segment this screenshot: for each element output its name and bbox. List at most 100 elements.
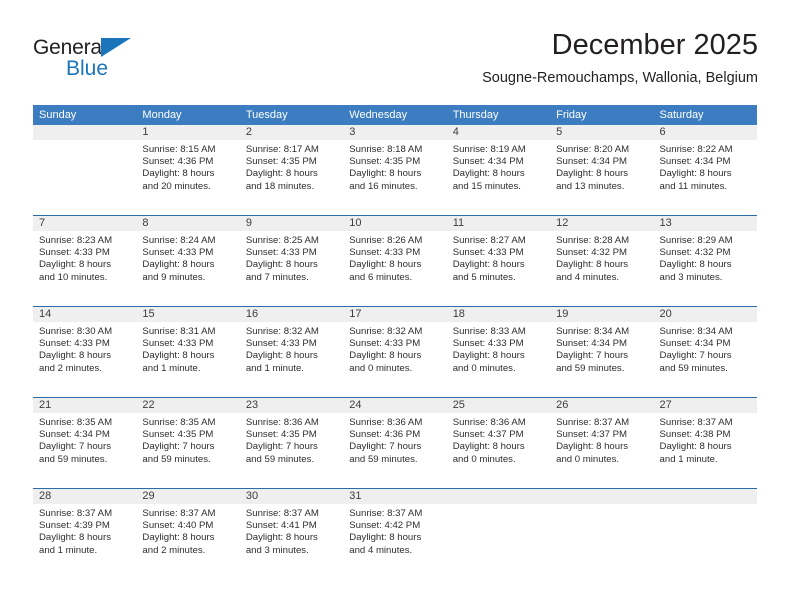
day-daylight-1-text: Daylight: 8 hours bbox=[452, 441, 525, 453]
day-daylight-1-text: Daylight: 8 hours bbox=[556, 441, 629, 453]
day-sunrise-text: Sunrise: 8:33 AM bbox=[452, 326, 526, 337]
day-cell[interactable]: 5 Sunrise: 8:20 AM Sunset: 4:34 PM Daylight… bbox=[550, 125, 653, 215]
day-cell[interactable]: 20 Sunrise: 8:34 AM Sunset: 4:34 PM Dayligh… bbox=[654, 307, 757, 397]
day-number bbox=[453, 489, 547, 504]
day-sunrise-text: Sunrise: 8:36 AM bbox=[245, 417, 319, 428]
day-daylight-1-text: Daylight: 8 hours bbox=[349, 259, 422, 271]
day-daylight-2-text: and 2 minutes. bbox=[142, 544, 206, 556]
day-cell[interactable]: 31 Sunrise: 8:37 AM Sunset: 4:42 PM Dayligh… bbox=[343, 489, 446, 579]
day-daylight-2-text: and 1 minute. bbox=[245, 362, 304, 374]
day-number: 18 bbox=[452, 308, 465, 320]
brand-logo[interactable]: General Blue bbox=[33, 36, 173, 84]
day-cell[interactable]: 12 Sunrise: 8:28 AM Sunset: 4:32 PM Dayligh… bbox=[550, 216, 653, 306]
weekday-header-friday: Friday bbox=[556, 109, 587, 121]
day-sun-info: Sunrise: 8:24 AM Sunset: 4:33 PM Daylight:… bbox=[142, 235, 236, 284]
day-daylight-1-text: Daylight: 8 hours bbox=[245, 532, 318, 544]
day-cell-empty bbox=[654, 489, 757, 579]
day-daylight-2-text: and 11 minutes. bbox=[659, 180, 728, 192]
day-cell[interactable]: 23 Sunrise: 8:36 AM Sunset: 4:35 PM Dayligh… bbox=[240, 398, 343, 488]
day-number: 9 bbox=[245, 217, 252, 229]
day-sunrise-text: Sunrise: 8:19 AM bbox=[452, 144, 526, 155]
day-daylight-1-text: Daylight: 8 hours bbox=[349, 168, 422, 180]
day-cell-empty bbox=[550, 489, 653, 579]
page-header: General Blue December 2025 Sougne-Remouc… bbox=[0, 0, 792, 100]
day-cell[interactable]: 3 Sunrise: 8:18 AM Sunset: 4:35 PM Daylight… bbox=[343, 125, 446, 215]
day-sun-info: Sunrise: 8:27 AM Sunset: 4:33 PM Daylight:… bbox=[453, 235, 547, 284]
day-number: 28 bbox=[39, 490, 52, 502]
day-cell[interactable]: 24 Sunrise: 8:36 AM Sunset: 4:36 PM Dayligh… bbox=[343, 398, 446, 488]
day-sunset-text: Sunset: 4:37 PM bbox=[452, 429, 524, 441]
day-sunset-text: Sunset: 4:35 PM bbox=[142, 429, 214, 441]
day-sun-info: Sunrise: 8:37 AM Sunset: 4:37 PM Daylight:… bbox=[556, 417, 650, 466]
day-sunset-text: Sunset: 4:36 PM bbox=[142, 156, 214, 168]
day-cell[interactable]: 30 Sunrise: 8:37 AM Sunset: 4:41 PM Dayligh… bbox=[240, 489, 343, 579]
day-daylight-2-text: and 13 minutes. bbox=[556, 180, 625, 192]
day-cell[interactable]: 18 Sunrise: 8:33 AM Sunset: 4:33 PM Dayligh… bbox=[447, 307, 550, 397]
day-sun-info: Sunrise: 8:36 AM Sunset: 4:35 PM Daylight:… bbox=[246, 417, 340, 466]
day-daylight-1-text: Daylight: 8 hours bbox=[142, 168, 215, 180]
day-cell[interactable]: 14 Sunrise: 8:30 AM Sunset: 4:33 PM Dayligh… bbox=[33, 307, 136, 397]
day-cell[interactable]: 22 Sunrise: 8:35 AM Sunset: 4:35 PM Dayligh… bbox=[136, 398, 239, 488]
day-number: 14 bbox=[39, 308, 52, 320]
day-sun-info: Sunrise: 8:29 AM Sunset: 4:32 PM Daylight:… bbox=[660, 235, 754, 284]
day-daylight-2-text: and 3 minutes. bbox=[659, 271, 723, 283]
day-sun-info: Sunrise: 8:37 AM Sunset: 4:42 PM Daylight:… bbox=[349, 508, 443, 557]
day-cell[interactable]: 17 Sunrise: 8:32 AM Sunset: 4:33 PM Dayligh… bbox=[343, 307, 446, 397]
day-cell[interactable]: 13 Sunrise: 8:29 AM Sunset: 4:32 PM Dayligh… bbox=[654, 216, 757, 306]
day-number: 11 bbox=[452, 217, 465, 229]
day-number: 15 bbox=[142, 308, 155, 320]
day-sunrise-text: Sunrise: 8:26 AM bbox=[349, 235, 423, 246]
day-number: 27 bbox=[659, 399, 672, 411]
day-daylight-2-text: and 7 minutes. bbox=[245, 271, 309, 283]
day-number: 5 bbox=[556, 126, 563, 138]
day-sunset-text: Sunset: 4:33 PM bbox=[452, 338, 524, 350]
day-cell[interactable]: 7 Sunrise: 8:23 AM Sunset: 4:33 PM Daylight… bbox=[33, 216, 136, 306]
day-daylight-2-text: and 4 minutes. bbox=[556, 271, 620, 283]
day-daylight-2-text: and 59 minutes. bbox=[142, 453, 211, 465]
day-sunrise-text: Sunrise: 8:30 AM bbox=[39, 326, 113, 337]
day-cell[interactable]: 16 Sunrise: 8:32 AM Sunset: 4:33 PM Dayligh… bbox=[240, 307, 343, 397]
day-cell[interactable]: 15 Sunrise: 8:31 AM Sunset: 4:33 PM Dayligh… bbox=[136, 307, 239, 397]
day-number: 13 bbox=[659, 217, 672, 229]
day-cell[interactable]: 19 Sunrise: 8:34 AM Sunset: 4:34 PM Dayligh… bbox=[550, 307, 653, 397]
weekday-header-thursday: Thursday bbox=[452, 109, 499, 121]
day-daylight-1-text: Daylight: 8 hours bbox=[245, 350, 318, 362]
day-number: 7 bbox=[39, 217, 46, 229]
day-sunset-text: Sunset: 4:34 PM bbox=[556, 338, 628, 350]
day-cell[interactable]: 10 Sunrise: 8:26 AM Sunset: 4:33 PM Dayligh… bbox=[343, 216, 446, 306]
day-sun-info: Sunrise: 8:31 AM Sunset: 4:33 PM Daylight:… bbox=[142, 326, 236, 375]
day-cell[interactable]: 2 Sunrise: 8:17 AM Sunset: 4:35 PM Daylight… bbox=[240, 125, 343, 215]
day-number: 12 bbox=[556, 217, 569, 229]
day-daylight-2-text: and 0 minutes. bbox=[452, 453, 516, 465]
day-cell[interactable]: 8 Sunrise: 8:24 AM Sunset: 4:33 PM Daylight… bbox=[136, 216, 239, 306]
day-number: 22 bbox=[142, 399, 155, 411]
day-number: 8 bbox=[142, 217, 149, 229]
day-cell[interactable]: 27 Sunrise: 8:37 AM Sunset: 4:38 PM Dayligh… bbox=[654, 398, 757, 488]
day-cell[interactable]: 11 Sunrise: 8:27 AM Sunset: 4:33 PM Dayligh… bbox=[447, 216, 550, 306]
day-cell[interactable]: 28 Sunrise: 8:37 AM Sunset: 4:39 PM Dayligh… bbox=[33, 489, 136, 579]
day-cell[interactable]: 29 Sunrise: 8:37 AM Sunset: 4:40 PM Dayligh… bbox=[136, 489, 239, 579]
day-daylight-2-text: and 6 minutes. bbox=[349, 271, 413, 283]
day-sunset-text: Sunset: 4:34 PM bbox=[452, 156, 524, 168]
day-cell[interactable]: 26 Sunrise: 8:37 AM Sunset: 4:37 PM Dayligh… bbox=[550, 398, 653, 488]
day-sunrise-text: Sunrise: 8:36 AM bbox=[349, 417, 423, 428]
day-sunrise-text: Sunrise: 8:28 AM bbox=[556, 235, 630, 246]
calendar-week-row: 28 Sunrise: 8:37 AM Sunset: 4:39 PM Dayligh… bbox=[33, 488, 757, 579]
day-sunrise-text: Sunrise: 8:23 AM bbox=[39, 235, 113, 246]
day-daylight-1-text: Daylight: 8 hours bbox=[659, 168, 732, 180]
day-cell[interactable]: 9 Sunrise: 8:25 AM Sunset: 4:33 PM Daylight… bbox=[240, 216, 343, 306]
day-cell[interactable]: 25 Sunrise: 8:36 AM Sunset: 4:37 PM Dayligh… bbox=[447, 398, 550, 488]
day-number: 26 bbox=[556, 399, 569, 411]
calendar-weeks: 1 Sunrise: 8:15 AM Sunset: 4:36 PM Daylight… bbox=[33, 125, 757, 579]
day-sunset-text: Sunset: 4:35 PM bbox=[349, 156, 421, 168]
day-cell[interactable]: 6 Sunrise: 8:22 AM Sunset: 4:34 PM Daylight… bbox=[654, 125, 757, 215]
day-sunset-text: Sunset: 4:37 PM bbox=[556, 429, 628, 441]
day-cell[interactable]: 21 Sunrise: 8:35 AM Sunset: 4:34 PM Dayligh… bbox=[33, 398, 136, 488]
day-sun-info: Sunrise: 8:35 AM Sunset: 4:34 PM Daylight:… bbox=[39, 417, 133, 466]
day-number: 24 bbox=[349, 399, 362, 411]
day-sunset-text: Sunset: 4:33 PM bbox=[349, 338, 421, 350]
day-cell[interactable]: 1 Sunrise: 8:15 AM Sunset: 4:36 PM Daylight… bbox=[136, 125, 239, 215]
day-daylight-2-text: and 10 minutes. bbox=[39, 271, 108, 283]
day-sunrise-text: Sunrise: 8:15 AM bbox=[142, 144, 216, 155]
day-cell[interactable]: 4 Sunrise: 8:19 AM Sunset: 4:34 PM Daylight… bbox=[447, 125, 550, 215]
